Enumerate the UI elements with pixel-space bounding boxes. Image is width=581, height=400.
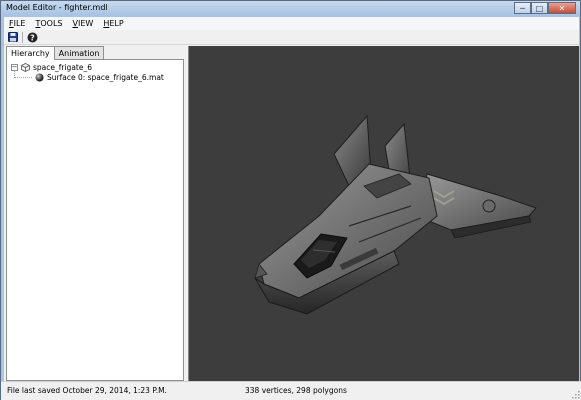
tree-connector: [14, 77, 32, 78]
help-icon: ?: [27, 32, 38, 42]
mesh-stats-status: 338 vertices, 298 polygons: [245, 386, 347, 395]
tree-item-label: Surface 0: space_frigate_6.mat: [47, 72, 164, 82]
tree-item-label: space_frigate_6: [33, 62, 92, 72]
window-controls: ─ □ ✕: [514, 2, 576, 14]
tab-hierarchy[interactable]: Hierarchy: [6, 46, 55, 60]
minimize-icon: ─: [520, 3, 525, 13]
maximize-button[interactable]: □: [531, 2, 548, 14]
close-button[interactable]: ✕: [548, 2, 576, 14]
collapse-toggle[interactable]: −: [11, 63, 18, 71]
title-bar[interactable]: Model Editor - fighter.mdl ─ □ ✕: [1, 1, 580, 17]
minimize-button[interactable]: ─: [514, 2, 531, 14]
menu-file-label: ILE: [13, 19, 26, 28]
status-bar: File last saved October 29, 2014, 1:23 P…: [1, 381, 581, 400]
menu-tools[interactable]: TOOLS: [30, 19, 67, 28]
spaceship-model: [254, 114, 537, 315]
menu-tools-label: OOLS: [40, 19, 63, 28]
tab-animation[interactable]: Animation: [53, 46, 105, 59]
menu-view[interactable]: VIEW: [68, 19, 99, 28]
save-icon: [7, 32, 18, 42]
menu-help-label: ELP: [109, 19, 124, 28]
tree-item-surface[interactable]: Surface 0: space_frigate_6.mat: [35, 72, 164, 82]
mesh-node-icon: [21, 62, 30, 72]
save-button[interactable]: [7, 32, 18, 43]
toolbar-separator: [22, 31, 23, 43]
last-saved-status: File last saved October 29, 2014, 1:23 P…: [7, 386, 167, 395]
panel-tabs: Hierarchy Animation: [6, 46, 105, 60]
menu-help[interactable]: HELP: [98, 19, 128, 28]
menu-view-label: IEW: [78, 19, 94, 28]
help-button[interactable]: ?: [27, 32, 38, 43]
client-area: FILE TOOLS VIEW HELP ? Hierarchy Animati…: [4, 17, 579, 398]
close-icon: ✕: [558, 3, 566, 13]
toolbar: ?: [4, 30, 579, 45]
svg-text:?: ?: [30, 33, 35, 42]
hierarchy-tree: − space_frigate_6 Surface 0: space_friga…: [6, 59, 184, 381]
resize-grip-icon[interactable]: [571, 390, 580, 399]
maximize-icon: □: [535, 3, 544, 13]
window-title: Model Editor - fighter.mdl: [6, 3, 108, 12]
tree-item-root[interactable]: − space_frigate_6: [11, 62, 92, 72]
menu-file[interactable]: FILE: [4, 19, 30, 28]
app-window: Model Editor - fighter.mdl ─ □ ✕ FILE TO…: [0, 0, 581, 400]
3d-viewport[interactable]: [188, 46, 579, 383]
menu-bar: FILE TOOLS VIEW HELP: [4, 17, 579, 30]
material-sphere-icon: [35, 73, 44, 81]
